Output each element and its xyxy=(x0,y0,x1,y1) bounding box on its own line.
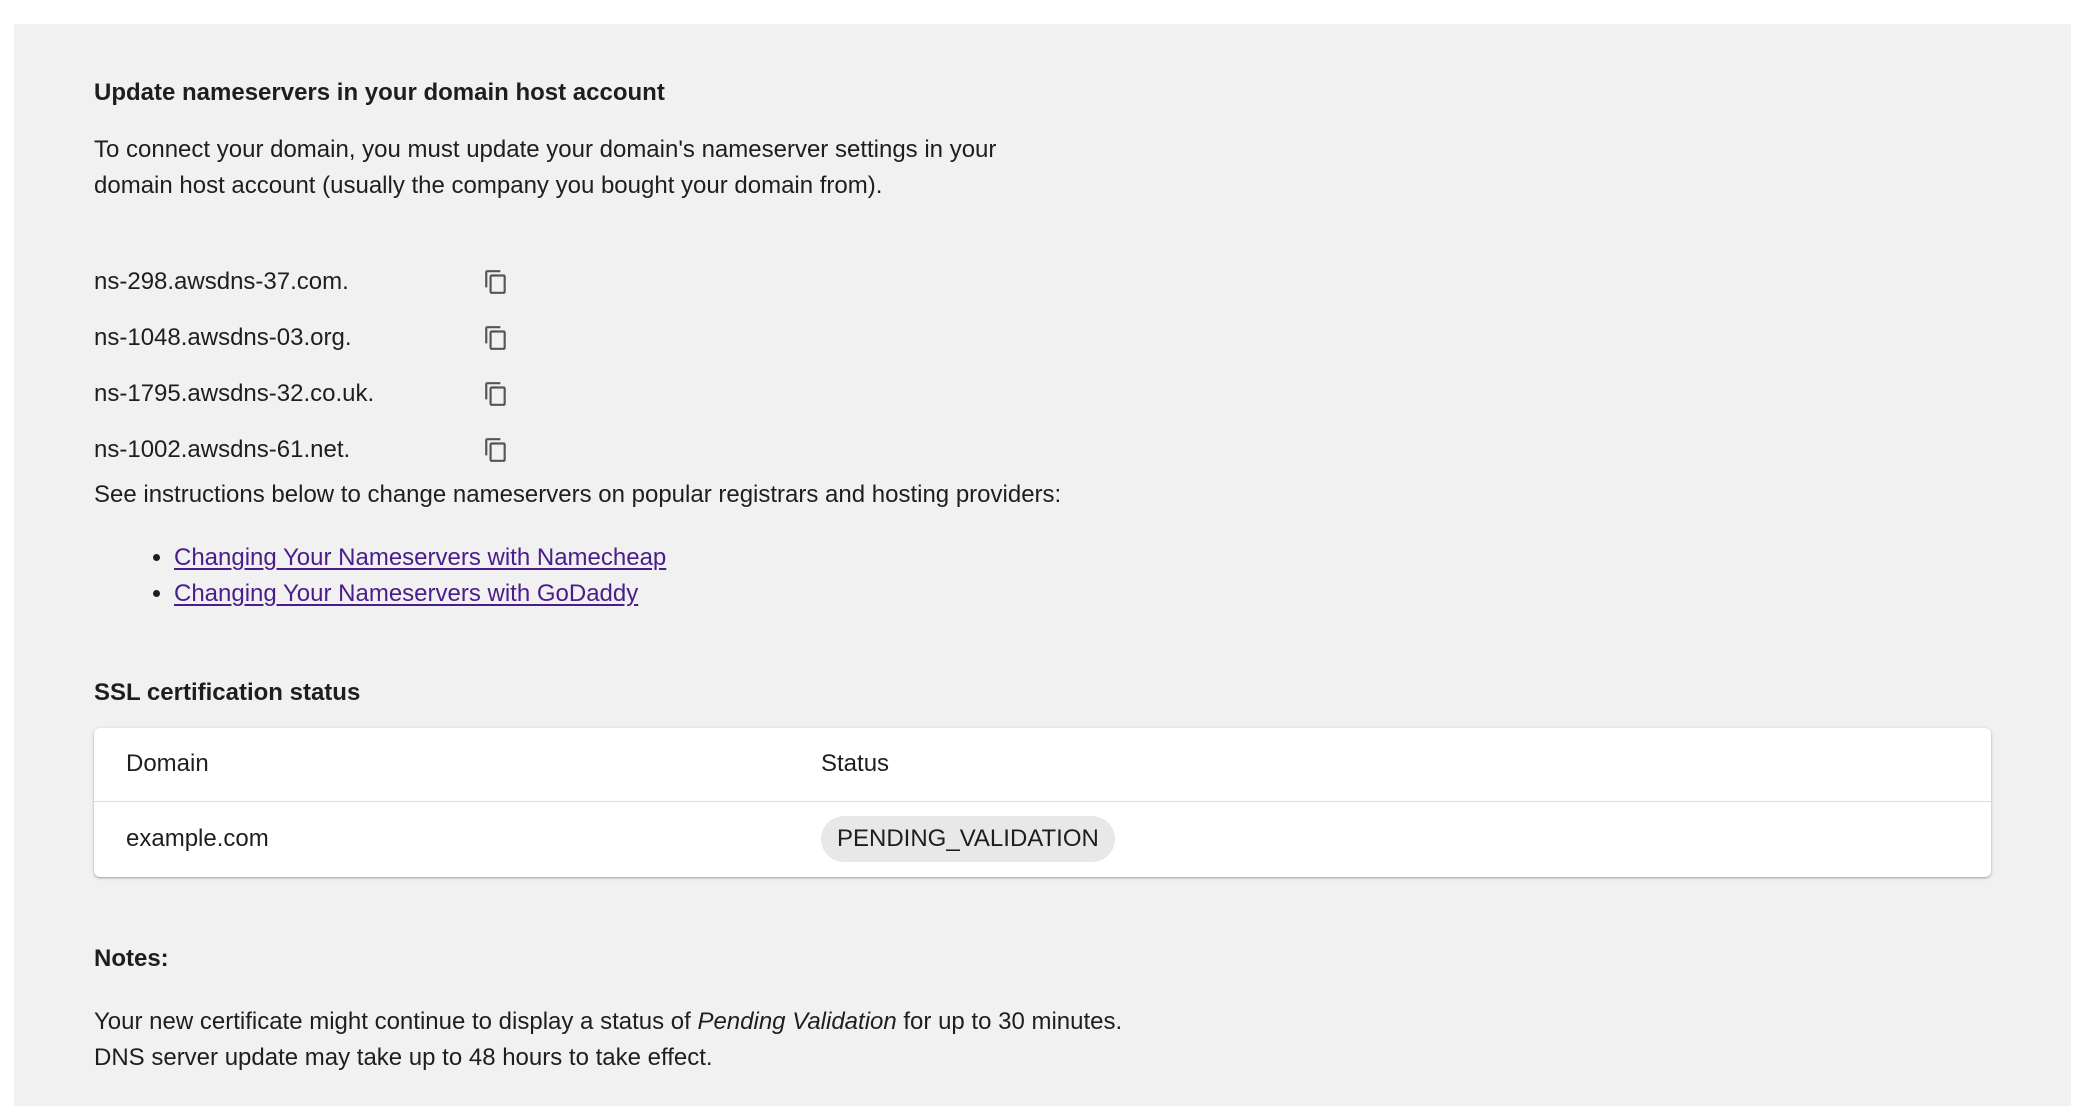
column-header-domain: Domain xyxy=(126,750,209,777)
pending-validation-emphasis: Pending Validation xyxy=(697,1008,897,1035)
nameserver-row: ns-1048.awsdns-03.org. xyxy=(94,318,594,358)
godaddy-instructions-link[interactable]: Changing Your Nameservers with GoDaddy xyxy=(174,580,638,607)
copy-nameserver-button[interactable] xyxy=(480,378,512,410)
notes-line-2: DNS server update may take up to 48 hour… xyxy=(94,1044,713,1071)
nameserver-row: ns-1795.awsdns-32.co.uk. xyxy=(94,374,594,414)
nameserver-value: ns-1048.awsdns-03.org. xyxy=(94,324,352,351)
list-item: Changing Your Nameservers with GoDaddy xyxy=(174,576,666,612)
copy-icon xyxy=(485,270,506,294)
intro-line-2: domain host account (usually the company… xyxy=(94,172,883,199)
nameserver-value: ns-298.awsdns-37.com. xyxy=(94,268,349,295)
ssl-status-table: Domain Status example.com PENDING_VALIDA… xyxy=(94,728,1991,877)
copy-nameserver-button[interactable] xyxy=(480,434,512,466)
nameserver-row: ns-1002.awsdns-61.net. xyxy=(94,430,594,470)
list-item: Changing Your Nameservers with Namecheap xyxy=(174,540,666,576)
copy-nameserver-button[interactable] xyxy=(480,322,512,354)
copy-icon xyxy=(485,438,506,462)
notes-line-1-prefix: Your new certificate might continue to d… xyxy=(94,1008,698,1035)
column-header-status: Status xyxy=(821,750,890,777)
notes-line-1-suffix: for up to 30 minutes. xyxy=(896,1008,1123,1035)
notes-body: Your new certificate might continue to d… xyxy=(94,1004,1122,1076)
ssl-status-heading: SSL certification status xyxy=(94,679,361,706)
status-badge: PENDING_VALIDATION xyxy=(821,816,1115,862)
registrar-instructions-text: See instructions below to change nameser… xyxy=(94,481,1062,508)
intro-line-1: To connect your domain, you must update … xyxy=(94,136,997,163)
copy-nameserver-button[interactable] xyxy=(480,266,512,298)
copy-icon xyxy=(485,326,506,350)
registrar-links-list: Changing Your Nameservers with Namecheap… xyxy=(94,540,666,612)
domain-cell: example.com xyxy=(126,825,269,852)
copy-icon xyxy=(485,382,506,406)
notes-heading: Notes: xyxy=(94,945,169,972)
table-header-row: Domain Status xyxy=(94,728,1991,802)
nameservers-heading: Update nameservers in your domain host a… xyxy=(94,79,665,106)
domain-setup-panel: Update nameservers in your domain host a… xyxy=(14,24,2071,1106)
notes-line-1: Your new certificate might continue to d… xyxy=(94,1004,1122,1040)
table-row: example.com PENDING_VALIDATION xyxy=(94,802,1991,877)
nameserver-row: ns-298.awsdns-37.com. xyxy=(94,262,594,302)
nameserver-value: ns-1795.awsdns-32.co.uk. xyxy=(94,380,375,407)
nameserver-value: ns-1002.awsdns-61.net. xyxy=(94,436,351,463)
namecheap-instructions-link[interactable]: Changing Your Nameservers with Namecheap xyxy=(174,544,666,571)
nameservers-intro: To connect your domain, you must update … xyxy=(94,132,1094,204)
